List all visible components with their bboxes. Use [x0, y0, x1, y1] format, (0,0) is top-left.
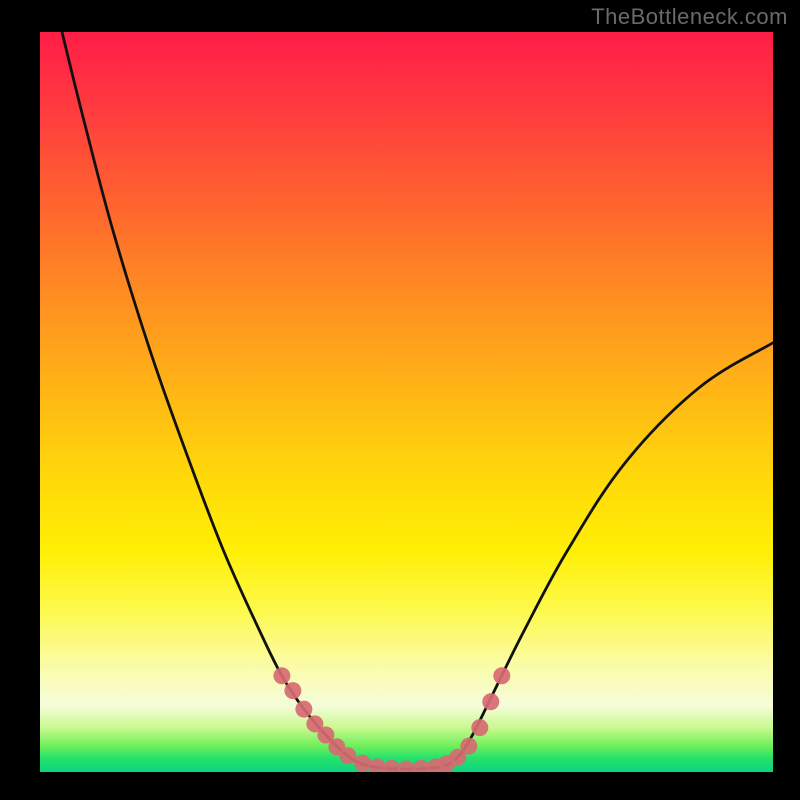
data-point-marker — [413, 760, 430, 772]
data-point-marker — [354, 755, 371, 772]
data-point-marker — [273, 667, 290, 684]
data-point-marker — [369, 758, 386, 772]
data-point-marker — [339, 747, 356, 764]
data-point-marker — [383, 760, 400, 772]
data-point-marker — [482, 693, 499, 710]
data-point-marker — [460, 738, 477, 755]
data-markers — [273, 667, 510, 772]
plot-area — [40, 32, 773, 772]
watermark: TheBottleneck.com — [591, 4, 788, 30]
chart-container: TheBottleneck.com — [0, 0, 800, 800]
data-point-marker — [284, 682, 301, 699]
bottleneck-curve — [62, 32, 773, 769]
data-point-marker — [295, 701, 312, 718]
data-point-marker — [471, 719, 488, 736]
data-point-marker — [398, 761, 415, 772]
data-point-marker — [493, 667, 510, 684]
curve-layer — [40, 32, 773, 772]
